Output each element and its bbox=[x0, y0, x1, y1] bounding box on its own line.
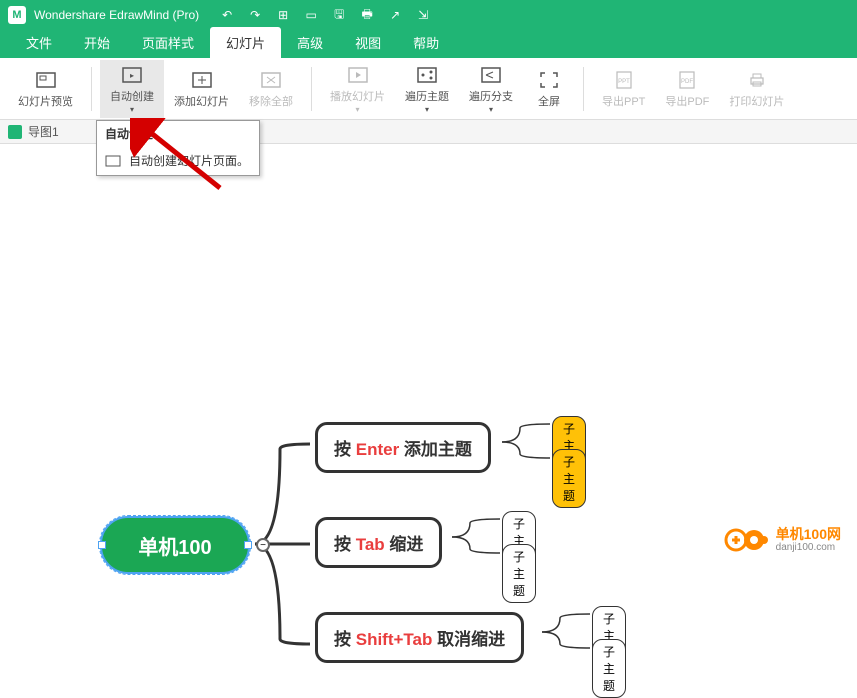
share-icon[interactable]: ⇲ bbox=[415, 7, 431, 23]
remove-all-icon bbox=[260, 69, 282, 91]
mindmap-sub-node[interactable]: 子主题 bbox=[502, 544, 536, 603]
mindmap-branch-node[interactable]: 按 Shift+Tab 取消缩进 bbox=[315, 612, 524, 663]
ribbon-print-slide: 打印幻灯片 bbox=[719, 65, 794, 113]
play-icon bbox=[347, 64, 369, 86]
watermark-logo-icon bbox=[724, 525, 770, 555]
ppt-icon: PPT bbox=[613, 69, 635, 91]
ribbon: 幻灯片预览 ▸ 自动创建 ▾ 添加幻灯片 移除全部 播放幻灯片 ▾ 遍历主题 ▾… bbox=[0, 58, 857, 120]
mindmap-sub-node[interactable]: 子主题 bbox=[592, 639, 626, 698]
export-icon[interactable]: ↗ bbox=[387, 7, 403, 23]
slide-preview-icon bbox=[35, 69, 57, 91]
mindmap-root-node[interactable]: 单机100 bbox=[100, 516, 250, 574]
menubar: 文件 开始 页面样式 幻灯片 高级 视图 帮助 bbox=[0, 30, 857, 58]
dropdown-header: 自动创建 bbox=[97, 121, 259, 146]
ribbon-add-slide[interactable]: 添加幻灯片 bbox=[164, 65, 239, 113]
add-slide-icon bbox=[191, 69, 213, 91]
separator bbox=[91, 67, 92, 111]
app-title: Wondershare EdrawMind (Pro) bbox=[34, 8, 199, 22]
watermark-subtext: danji100.com bbox=[776, 542, 841, 553]
document-tab[interactable]: 导图1 bbox=[28, 123, 59, 140]
quick-access-toolbar: ↶ ↷ ⊞ ▭ 🖫 🖶 ↗ ⇲ bbox=[219, 7, 431, 23]
mindmap-branch-node[interactable]: 按 Tab 缩进 bbox=[315, 517, 442, 568]
print-slide-icon bbox=[746, 69, 768, 91]
fullscreen-icon bbox=[538, 69, 560, 91]
open-icon[interactable]: ▭ bbox=[303, 7, 319, 23]
watermark-text: 单机100网 bbox=[776, 527, 841, 542]
chevron-down-icon: ▾ bbox=[355, 105, 359, 114]
ribbon-traverse-branch[interactable]: 遍历分支 ▾ bbox=[459, 60, 523, 118]
print-icon[interactable]: 🖶 bbox=[359, 7, 375, 23]
menu-start[interactable]: 开始 bbox=[68, 27, 126, 58]
dropdown-item-label: 自动创建幻灯片页面。 bbox=[129, 152, 249, 169]
titlebar: M Wondershare EdrawMind (Pro) ↶ ↷ ⊞ ▭ 🖫 … bbox=[0, 0, 857, 30]
undo-icon[interactable]: ↶ bbox=[219, 7, 235, 23]
watermark: 单机100网 danji100.com bbox=[724, 525, 841, 555]
menu-advanced[interactable]: 高级 bbox=[281, 27, 339, 58]
auto-create-icon: ▸ bbox=[121, 64, 143, 86]
traverse-branch-icon bbox=[480, 64, 502, 86]
separator bbox=[311, 67, 312, 111]
chevron-down-icon: ▾ bbox=[130, 105, 134, 114]
ribbon-slide-preview[interactable]: 幻灯片预览 bbox=[8, 65, 83, 113]
svg-text:PDF: PDF bbox=[681, 79, 693, 85]
ribbon-play-slide: 播放幻灯片 ▾ bbox=[320, 60, 395, 118]
mindmap-sub-node[interactable]: 子主题 bbox=[552, 449, 586, 508]
redo-icon[interactable]: ↷ bbox=[247, 7, 263, 23]
menu-file[interactable]: 文件 bbox=[10, 27, 68, 58]
menu-page-style[interactable]: 页面样式 bbox=[126, 27, 210, 58]
auto-create-dropdown: 自动创建 自动创建幻灯片页面。 bbox=[96, 120, 260, 176]
menu-slideshow[interactable]: 幻灯片 bbox=[210, 27, 281, 58]
ribbon-export-pdf: PDF 导出PDF bbox=[655, 65, 719, 113]
mindmap-canvas[interactable]: 单机100 − 按 Enter 添加主题 按 Tab 缩进 按 Shift+Ta… bbox=[0, 144, 857, 565]
new-icon[interactable]: ⊞ bbox=[275, 7, 291, 23]
collapse-handle-icon[interactable]: − bbox=[256, 538, 270, 552]
chevron-down-icon: ▾ bbox=[425, 105, 429, 114]
ribbon-auto-create[interactable]: ▸ 自动创建 ▾ bbox=[100, 60, 164, 118]
menu-view[interactable]: 视图 bbox=[339, 27, 397, 58]
save-icon[interactable]: 🖫 bbox=[331, 7, 347, 23]
mindmap-branch-node[interactable]: 按 Enter 添加主题 bbox=[315, 422, 491, 473]
chevron-down-icon: ▾ bbox=[489, 105, 493, 114]
ribbon-traverse-topic[interactable]: 遍历主题 ▾ bbox=[395, 60, 459, 118]
document-icon bbox=[8, 125, 22, 139]
separator bbox=[583, 67, 584, 111]
app-logo-icon: M bbox=[8, 6, 26, 24]
pdf-icon: PDF bbox=[676, 69, 698, 91]
svg-text:▸: ▸ bbox=[130, 71, 134, 80]
ribbon-fullscreen[interactable]: 全屏 bbox=[523, 65, 575, 113]
dropdown-item-auto-create-pages[interactable]: 自动创建幻灯片页面。 bbox=[97, 146, 259, 175]
ribbon-remove-all: 移除全部 bbox=[239, 65, 303, 113]
ribbon-export-ppt: PPT 导出PPT bbox=[592, 65, 655, 113]
traverse-topic-icon bbox=[416, 64, 438, 86]
menu-help[interactable]: 帮助 bbox=[397, 27, 455, 58]
slide-icon bbox=[105, 153, 121, 169]
svg-text:PPT: PPT bbox=[618, 79, 630, 85]
